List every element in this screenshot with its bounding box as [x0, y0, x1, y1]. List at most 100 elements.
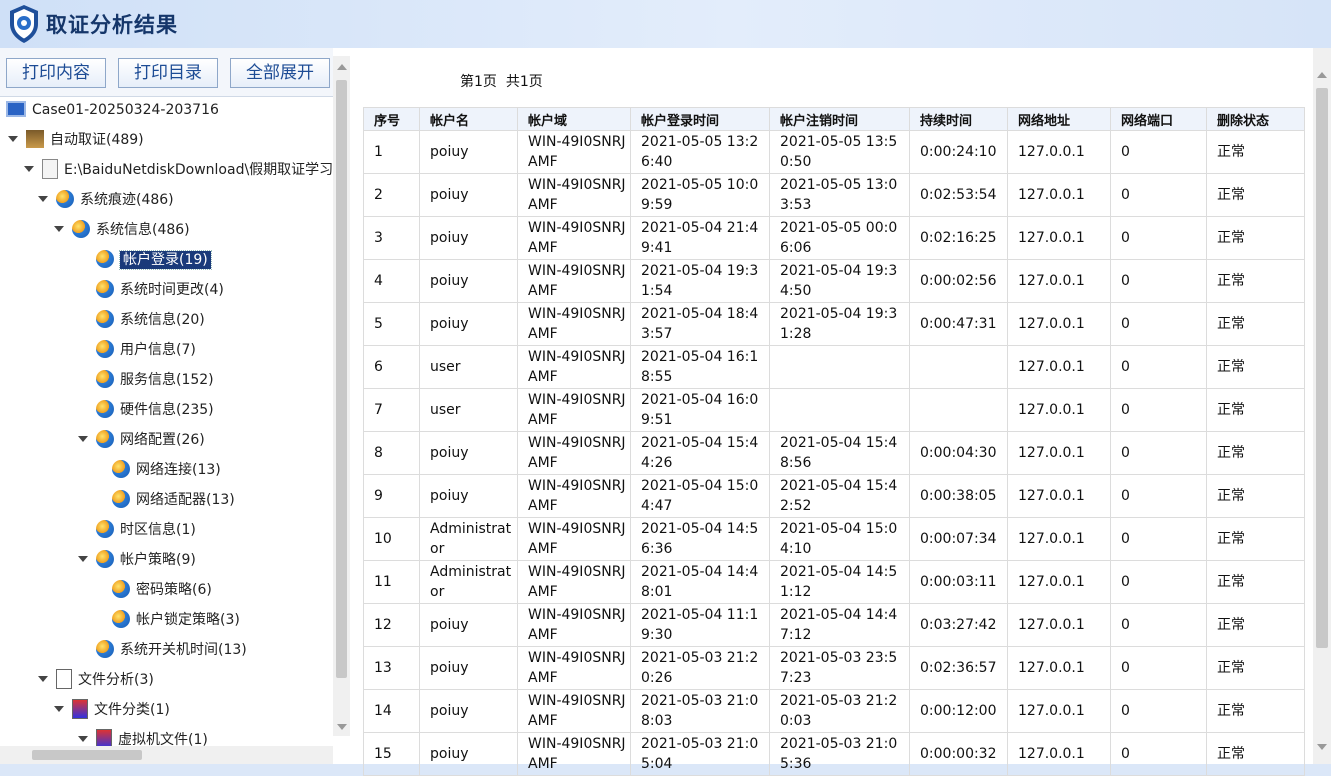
- column-header[interactable]: 网络端口: [1110, 107, 1207, 131]
- tree-node[interactable]: E:\BaiduNetdiskDownload\假期取证学习: [24, 156, 333, 184]
- table-cell: 0:00:38:05: [909, 474, 1008, 518]
- table-row[interactable]: 3 poiuy WIN-49I0SNRJAMF 2021-05-04 21:49:41…: [363, 216, 1305, 260]
- tree-node-label: 网络连接(13): [136, 462, 221, 478]
- column-header[interactable]: 帐户名: [419, 107, 518, 131]
- table-row[interactable]: 14 poiuy WIN-49I0SNRJAMF 2021-05-03 21:08:0…: [363, 689, 1305, 733]
- table-cell: 127.0.0.1: [1007, 259, 1111, 303]
- table-cell: 正常: [1206, 689, 1305, 733]
- table-row[interactable]: 7 user WIN-49I0SNRJAMF 2021-05-04 16:09:51 1…: [363, 388, 1305, 432]
- table-cell: 0:02:16:25: [909, 216, 1008, 260]
- table-cell: 0: [1110, 130, 1207, 174]
- tree-node[interactable]: 帐户登录(19): [78, 246, 212, 274]
- scroll-up-icon[interactable]: [337, 64, 347, 70]
- tree-node[interactable]: 时区信息(1): [78, 516, 196, 544]
- table-cell: 正常: [1206, 388, 1305, 432]
- tree-node-label: 密码策略(6): [136, 582, 212, 598]
- globe-icon: [96, 309, 114, 328]
- print-content-button[interactable]: 打印内容: [6, 58, 106, 88]
- tree-node[interactable]: 硬件信息(235): [78, 396, 214, 424]
- column-header[interactable]: 序号: [363, 107, 420, 131]
- column-header[interactable]: 网络地址: [1007, 107, 1111, 131]
- tree-node[interactable]: 网络配置(26): [78, 426, 205, 454]
- column-header[interactable]: 帐户登录时间: [630, 107, 770, 131]
- table-cell: 2021-05-04 14:51:12: [769, 560, 910, 604]
- table-row[interactable]: 9 poiuy WIN-49I0SNRJAMF 2021-05-04 15:04:47…: [363, 474, 1305, 518]
- table-cell: 0: [1110, 646, 1207, 690]
- result-vertical-scrollbar[interactable]: [1313, 48, 1331, 764]
- print-catalog-button[interactable]: 打印目录: [118, 58, 218, 88]
- expand-arrow-icon[interactable]: [8, 135, 18, 142]
- tree-node[interactable]: 帐户锁定策略(3): [94, 606, 240, 634]
- table-row[interactable]: 12 poiuy WIN-49I0SNRJAMF 2021-05-04 11:19:3…: [363, 603, 1305, 647]
- table-cell: 7: [363, 388, 420, 432]
- tree-node[interactable]: 系统信息(486): [54, 216, 190, 244]
- scroll-thumb[interactable]: [336, 80, 347, 678]
- table-row[interactable]: 4 poiuy WIN-49I0SNRJAMF 2021-05-04 19:31:54…: [363, 259, 1305, 303]
- scroll-down-icon[interactable]: [1317, 744, 1327, 750]
- tree-node[interactable]: 虚拟机文件(1): [78, 726, 208, 748]
- expand-arrow-icon[interactable]: [38, 675, 48, 682]
- table-cell: 2021-05-03 21:08:03: [630, 689, 770, 733]
- tree-horizontal-scrollbar[interactable]: [0, 746, 333, 764]
- tree-node[interactable]: 服务信息(152): [78, 366, 214, 394]
- expand-all-button[interactable]: 全部展开: [230, 58, 330, 88]
- table-row[interactable]: 1 poiuy WIN-49I0SNRJAMF 2021-05-05 13:26:40…: [363, 130, 1305, 174]
- table-row[interactable]: 2 poiuy WIN-49I0SNRJAMF 2021-05-05 10:09:59…: [363, 173, 1305, 217]
- tree-node-label: 文件分析(3): [78, 672, 154, 688]
- table-cell: 8: [363, 431, 420, 475]
- tree-node[interactable]: 系统开关机时间(13): [78, 636, 247, 664]
- table-cell: 127.0.0.1: [1007, 130, 1111, 174]
- tree-node-label: 系统信息(486): [96, 222, 190, 238]
- expand-arrow-icon[interactable]: [78, 435, 88, 442]
- tree-node[interactable]: 网络适配器(13): [94, 486, 235, 514]
- expand-arrow-icon[interactable]: [24, 165, 34, 172]
- tree-node[interactable]: 系统信息(20): [78, 306, 205, 334]
- table-cell: 11: [363, 560, 420, 604]
- expand-arrow-icon[interactable]: [78, 555, 88, 562]
- globe-icon: [96, 399, 114, 418]
- scroll-up-icon[interactable]: [1317, 72, 1327, 78]
- scroll-thumb[interactable]: [32, 750, 142, 760]
- table-cell: WIN-49I0SNRJAMF: [517, 130, 631, 174]
- tree-vertical-scrollbar[interactable]: [333, 56, 350, 736]
- table-cell: 正常: [1206, 732, 1305, 776]
- expand-arrow-icon[interactable]: [54, 225, 64, 232]
- table-cell: WIN-49I0SNRJAMF: [517, 388, 631, 432]
- table-row[interactable]: 13 poiuy WIN-49I0SNRJAMF 2021-05-03 21:20:2…: [363, 646, 1305, 690]
- tree-node[interactable]: 文件分类(1): [54, 696, 170, 724]
- table-cell: 127.0.0.1: [1007, 517, 1111, 561]
- tree-node[interactable]: 密码策略(6): [94, 576, 212, 604]
- tree-node[interactable]: 网络连接(13): [94, 456, 221, 484]
- tree-node[interactable]: 用户信息(7): [78, 336, 196, 364]
- globe-icon: [56, 189, 74, 208]
- table-cell: 2021-05-05 13:03:53: [769, 173, 910, 217]
- table-cell: 2021-05-04 18:43:57: [630, 302, 770, 346]
- table-cell: 2021-05-04 11:19:30: [630, 603, 770, 647]
- column-header[interactable]: 帐户域: [517, 107, 631, 131]
- table-cell: 0:00:02:56: [909, 259, 1008, 303]
- forensics-tree[interactable]: Case01-20250324-203716 自动取证(489) E:\BaiduN…: [0, 98, 333, 748]
- tree-node[interactable]: 帐户策略(9): [78, 546, 196, 574]
- table-row[interactable]: 10 Administrator WIN-49I0SNRJAMF 2021-05-04…: [363, 517, 1305, 561]
- expand-arrow-icon[interactable]: [78, 735, 88, 742]
- scroll-thumb[interactable]: [1316, 88, 1328, 648]
- table-cell: 0: [1110, 603, 1207, 647]
- tree-node[interactable]: 系统痕迹(486): [38, 186, 174, 214]
- tree-node[interactable]: Case01-20250324-203716: [6, 98, 219, 124]
- column-header[interactable]: 持续时间: [909, 107, 1008, 131]
- tree-node[interactable]: 文件分析(3): [38, 666, 154, 694]
- table-row[interactable]: 6 user WIN-49I0SNRJAMF 2021-05-04 16:18:55 1…: [363, 345, 1305, 389]
- table-row[interactable]: 5 poiuy WIN-49I0SNRJAMF 2021-05-04 18:43:57…: [363, 302, 1305, 346]
- column-header[interactable]: 帐户注销时间: [769, 107, 910, 131]
- table-row[interactable]: 15 poiuy WIN-49I0SNRJAMF 2021-05-03 21:05:0…: [363, 732, 1305, 776]
- table-row[interactable]: 11 Administrator WIN-49I0SNRJAMF 2021-05-04…: [363, 560, 1305, 604]
- scroll-down-icon[interactable]: [337, 724, 347, 730]
- table-cell: 127.0.0.1: [1007, 732, 1111, 776]
- tree-node[interactable]: 系统时间更改(4): [78, 276, 224, 304]
- column-header[interactable]: 删除状态: [1206, 107, 1305, 131]
- tree-node[interactable]: 自动取证(489): [8, 126, 144, 154]
- expand-arrow-icon[interactable]: [54, 705, 64, 712]
- table-row[interactable]: 8 poiuy WIN-49I0SNRJAMF 2021-05-04 15:44:26…: [363, 431, 1305, 475]
- table-cell: poiuy: [419, 474, 518, 518]
- expand-arrow-icon[interactable]: [38, 195, 48, 202]
